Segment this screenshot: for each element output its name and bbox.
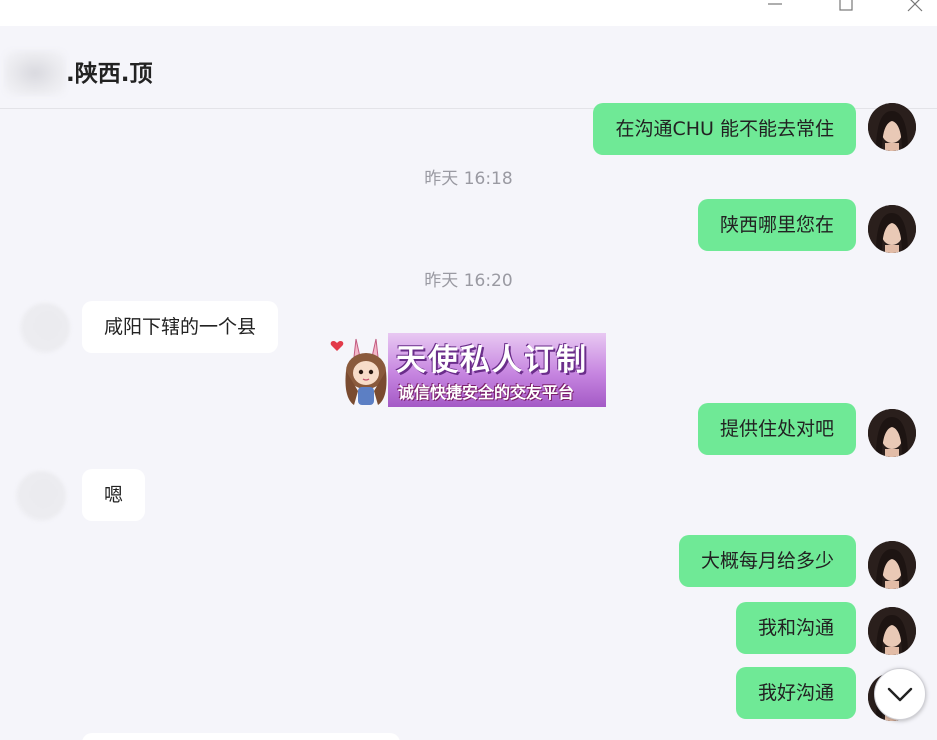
scroll-to-bottom-button[interactable] <box>874 668 926 720</box>
window-titlebar <box>0 0 937 26</box>
self-avatar-image <box>868 607 916 655</box>
chat-window: .陕西.顶 在沟通CHU 能不能去常住 昨天 16:18 陕西哪里您在 昨天 1… <box>0 0 937 740</box>
self-avatar[interactable] <box>868 409 916 457</box>
message-bubble-outgoing[interactable]: 提供住处对吧 <box>697 403 856 455</box>
contact-avatar[interactable] <box>4 50 66 96</box>
self-avatar-image <box>868 409 916 457</box>
close-icon[interactable] <box>905 0 925 14</box>
self-avatar-image <box>868 541 916 589</box>
self-avatar[interactable] <box>868 541 916 589</box>
timestamp: 昨天 16:20 <box>424 271 513 291</box>
chevron-down-icon <box>887 687 913 702</box>
banner-title: 天使私人订制 <box>396 343 588 378</box>
message-bubble-incoming-partial[interactable] <box>82 733 400 740</box>
minimize-icon[interactable] <box>765 0 785 14</box>
self-avatar[interactable] <box>868 607 916 655</box>
self-avatar-image <box>868 205 916 253</box>
self-avatar-image <box>868 103 916 151</box>
banner-subtitle: 诚信快捷安全的交友平台 <box>398 383 575 402</box>
self-avatar[interactable] <box>868 103 916 151</box>
message-bubble-incoming[interactable]: 嗯 <box>82 469 146 521</box>
contact-name: .陕西.顶 <box>66 61 153 87</box>
message-bubble-outgoing[interactable]: 在沟通CHU 能不能去常住 <box>593 103 856 155</box>
chat-header: .陕西.顶 <box>0 26 937 109</box>
contact-avatar[interactable] <box>20 303 70 353</box>
promo-banner[interactable]: 天使私人订制 诚信快捷安全的交友平台 <box>330 333 606 407</box>
message-bubble-outgoing[interactable]: 大概每月给多少 <box>678 535 856 587</box>
self-avatar[interactable] <box>868 205 916 253</box>
maximize-icon[interactable] <box>836 0 856 14</box>
message-bubble-outgoing[interactable]: 我和沟通 <box>735 602 856 654</box>
cartoon-girl-icon <box>345 338 387 405</box>
timestamp: 昨天 16:18 <box>424 169 513 189</box>
message-list[interactable]: 在沟通CHU 能不能去常住 昨天 16:18 陕西哪里您在 昨天 16:20 咸… <box>0 103 937 740</box>
message-bubble-outgoing[interactable]: 陕西哪里您在 <box>697 199 856 251</box>
contact-avatar[interactable] <box>16 471 66 521</box>
message-bubble-outgoing[interactable]: 我好沟通 <box>735 667 856 719</box>
message-bubble-incoming[interactable]: 咸阳下辖的一个县 <box>82 301 279 353</box>
